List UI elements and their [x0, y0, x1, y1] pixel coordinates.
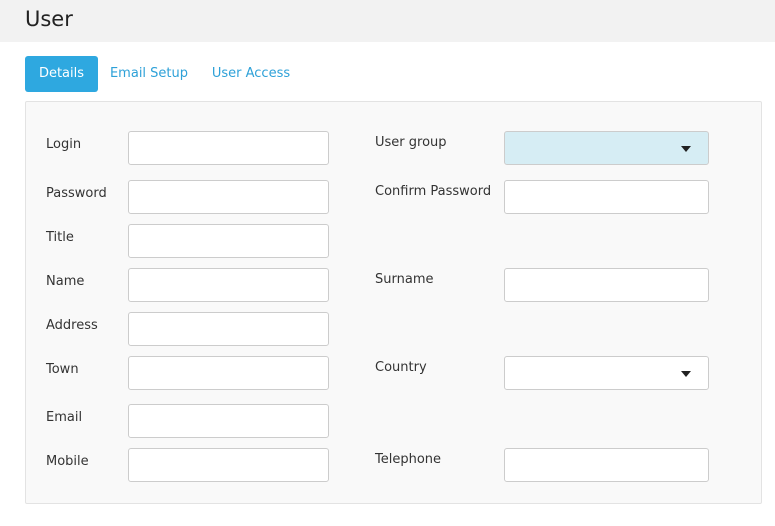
country-label: Country — [375, 360, 427, 375]
confirm-password-label: Confirm Password — [375, 184, 492, 199]
tab-details[interactable]: Details — [25, 56, 98, 92]
telephone-input[interactable] — [504, 448, 709, 482]
town-input[interactable] — [128, 356, 329, 390]
password-input[interactable] — [128, 180, 329, 214]
mobile-label: Mobile — [46, 454, 89, 469]
caret-down-icon — [681, 371, 691, 377]
name-input[interactable] — [128, 268, 329, 302]
password-label: Password — [46, 186, 107, 201]
tab-email-setup[interactable]: Email Setup — [106, 56, 192, 92]
email-label: Email — [46, 410, 83, 425]
page-title: User — [25, 7, 73, 31]
mobile-input[interactable] — [128, 448, 329, 482]
title-label: Title — [46, 230, 74, 245]
confirm-password-input[interactable] — [504, 180, 709, 214]
caret-down-icon — [681, 146, 691, 152]
telephone-label: Telephone — [375, 452, 442, 467]
name-label: Name — [46, 274, 85, 289]
login-label: Login — [46, 137, 82, 152]
login-input[interactable] — [128, 131, 329, 165]
surname-input[interactable] — [504, 268, 709, 302]
user-group-select[interactable] — [504, 131, 709, 165]
tab-user-access[interactable]: User Access — [206, 56, 296, 92]
user-group-label: User group — [375, 135, 447, 150]
address-label: Address — [46, 318, 98, 333]
town-label: Town — [46, 362, 79, 377]
address-input[interactable] — [128, 312, 329, 346]
country-select[interactable] — [504, 356, 709, 390]
email-input[interactable] — [128, 404, 329, 438]
page-header: User — [0, 0, 775, 42]
surname-label: Surname — [375, 272, 434, 287]
title-input[interactable] — [128, 224, 329, 258]
